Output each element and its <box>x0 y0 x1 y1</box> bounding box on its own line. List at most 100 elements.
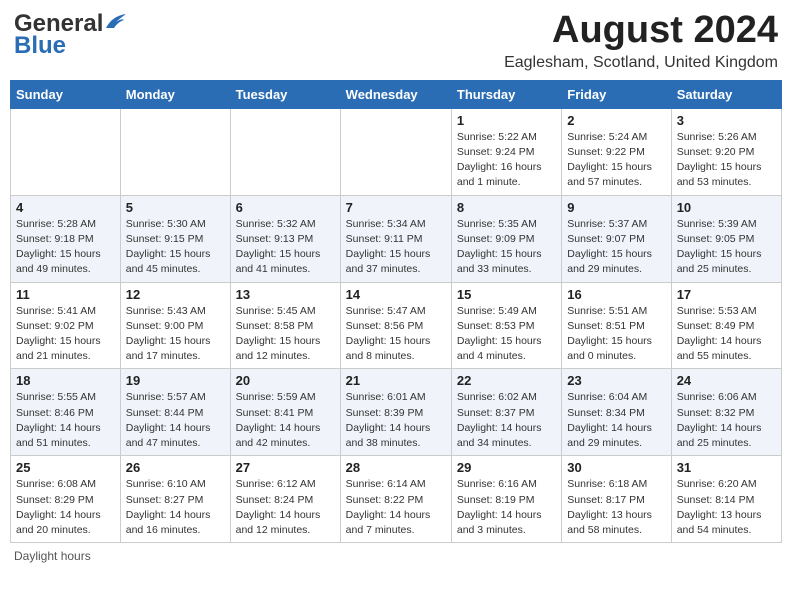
title-block: August 2024 Eaglesham, Scotland, United … <box>504 10 778 72</box>
day-info: Sunrise: 5:35 AM Sunset: 9:09 PM Dayligh… <box>457 217 556 278</box>
day-info: Sunrise: 6:02 AM Sunset: 8:37 PM Dayligh… <box>457 390 556 451</box>
calendar-week-row: 25Sunrise: 6:08 AM Sunset: 8:29 PM Dayli… <box>11 456 782 543</box>
day-info: Sunrise: 6:06 AM Sunset: 8:32 PM Dayligh… <box>677 390 776 451</box>
calendar-week-row: 4Sunrise: 5:28 AM Sunset: 9:18 PM Daylig… <box>11 195 782 282</box>
day-number: 6 <box>236 200 335 215</box>
day-info: Sunrise: 5:51 AM Sunset: 8:51 PM Dayligh… <box>567 304 665 365</box>
calendar-cell <box>120 108 230 195</box>
day-info: Sunrise: 5:43 AM Sunset: 9:00 PM Dayligh… <box>126 304 225 365</box>
calendar-cell: 20Sunrise: 5:59 AM Sunset: 8:41 PM Dayli… <box>230 369 340 456</box>
day-info: Sunrise: 6:14 AM Sunset: 8:22 PM Dayligh… <box>346 477 446 538</box>
day-number: 11 <box>16 287 115 302</box>
logo-blue: Blue <box>14 32 66 60</box>
day-number: 2 <box>567 113 665 128</box>
calendar-cell: 23 Sunrise: 6:04 AM Sunset: 8:34 PM Dayli… <box>562 369 671 456</box>
day-number: 26 <box>126 460 225 475</box>
day-number: 27 <box>236 460 335 475</box>
calendar-cell: 14 Sunrise: 5:47 AM Sunset: 8:56 PM Dayli… <box>340 282 451 369</box>
calendar-cell: 8 Sunrise: 5:35 AM Sunset: 9:09 PM Daylig… <box>451 195 561 282</box>
day-number: 19 <box>126 373 225 388</box>
calendar-cell: 12 Sunrise: 5:43 AM Sunset: 9:00 PM Dayli… <box>120 282 230 369</box>
calendar-cell: 16 Sunrise: 5:51 AM Sunset: 8:51 PM Dayli… <box>562 282 671 369</box>
weekday-header: Thursday <box>451 80 561 108</box>
day-info: Sunrise: 5:57 AM Sunset: 8:44 PM Dayligh… <box>126 390 225 451</box>
day-info: Sunrise: 5:32 AM Sunset: 9:13 PM Dayligh… <box>236 217 335 278</box>
calendar-cell: 31 Sunrise: 6:20 AM Sunset: 8:14 PM Dayli… <box>671 456 781 543</box>
calendar-cell: 22 Sunrise: 6:02 AM Sunset: 8:37 PM Dayli… <box>451 369 561 456</box>
calendar-cell: 13 Sunrise: 5:45 AM Sunset: 8:58 PM Dayli… <box>230 282 340 369</box>
day-number: 7 <box>346 200 446 215</box>
calendar-cell: 24Sunrise: 6:06 AM Sunset: 8:32 PM Dayli… <box>671 369 781 456</box>
day-info: Sunrise: 5:41 AM Sunset: 9:02 PM Dayligh… <box>16 304 115 365</box>
weekday-header: Friday <box>562 80 671 108</box>
calendar-cell <box>340 108 451 195</box>
calendar-cell: 15 Sunrise: 5:49 AM Sunset: 8:53 PM Dayli… <box>451 282 561 369</box>
calendar-week-row: 18 Sunrise: 5:55 AM Sunset: 8:46 PM Dayli… <box>11 369 782 456</box>
calendar-cell: 29 Sunrise: 6:16 AM Sunset: 8:19 PM Dayli… <box>451 456 561 543</box>
day-info: Sunrise: 6:04 AM Sunset: 8:34 PM Dayligh… <box>567 390 665 451</box>
day-number: 30 <box>567 460 665 475</box>
calendar-cell: 30Sunrise: 6:18 AM Sunset: 8:17 PM Dayli… <box>562 456 671 543</box>
day-number: 21 <box>346 373 446 388</box>
day-info: Sunrise: 5:34 AM Sunset: 9:11 PM Dayligh… <box>346 217 446 278</box>
location: Eaglesham, Scotland, United Kingdom <box>504 54 778 72</box>
calendar-table: SundayMondayTuesdayWednesdayThursdayFrid… <box>10 80 782 543</box>
day-info: Sunrise: 6:10 AM Sunset: 8:27 PM Dayligh… <box>126 477 225 538</box>
calendar-cell: 2 Sunrise: 5:24 AM Sunset: 9:22 PM Daylig… <box>562 108 671 195</box>
calendar-week-row: 1 Sunrise: 5:22 AM Sunset: 9:24 PM Daylig… <box>11 108 782 195</box>
calendar-cell: 11 Sunrise: 5:41 AM Sunset: 9:02 PM Dayli… <box>11 282 121 369</box>
day-number: 3 <box>677 113 776 128</box>
calendar-header-row: SundayMondayTuesdayWednesdayThursdayFrid… <box>11 80 782 108</box>
day-number: 29 <box>457 460 556 475</box>
day-number: 22 <box>457 373 556 388</box>
day-number: 13 <box>236 287 335 302</box>
day-info: Sunrise: 6:20 AM Sunset: 8:14 PM Dayligh… <box>677 477 776 538</box>
calendar-cell: 9Sunrise: 5:37 AM Sunset: 9:07 PM Daylig… <box>562 195 671 282</box>
calendar-cell: 6 Sunrise: 5:32 AM Sunset: 9:13 PM Daylig… <box>230 195 340 282</box>
day-number: 18 <box>16 373 115 388</box>
calendar-cell: 3Sunrise: 5:26 AM Sunset: 9:20 PM Daylig… <box>671 108 781 195</box>
day-info: Sunrise: 5:59 AM Sunset: 8:41 PM Dayligh… <box>236 390 335 451</box>
calendar-cell: 17 Sunrise: 5:53 AM Sunset: 8:49 PM Dayli… <box>671 282 781 369</box>
day-number: 8 <box>457 200 556 215</box>
calendar-cell: 19 Sunrise: 5:57 AM Sunset: 8:44 PM Dayli… <box>120 369 230 456</box>
day-number: 14 <box>346 287 446 302</box>
day-info: Sunrise: 5:30 AM Sunset: 9:15 PM Dayligh… <box>126 217 225 278</box>
calendar-cell: 18 Sunrise: 5:55 AM Sunset: 8:46 PM Dayli… <box>11 369 121 456</box>
logo: General Blue <box>14 10 126 60</box>
day-info: Sunrise: 5:24 AM Sunset: 9:22 PM Dayligh… <box>567 130 665 191</box>
day-number: 9 <box>567 200 665 215</box>
weekday-header: Sunday <box>11 80 121 108</box>
calendar-week-row: 11 Sunrise: 5:41 AM Sunset: 9:02 PM Dayli… <box>11 282 782 369</box>
day-number: 12 <box>126 287 225 302</box>
calendar-cell <box>11 108 121 195</box>
footer: Daylight hours <box>10 549 782 563</box>
day-info: Sunrise: 5:47 AM Sunset: 8:56 PM Dayligh… <box>346 304 446 365</box>
day-number: 16 <box>567 287 665 302</box>
calendar-cell: 27Sunrise: 6:12 AM Sunset: 8:24 PM Dayli… <box>230 456 340 543</box>
day-info: Sunrise: 5:22 AM Sunset: 9:24 PM Dayligh… <box>457 130 556 191</box>
day-info: Sunrise: 5:49 AM Sunset: 8:53 PM Dayligh… <box>457 304 556 365</box>
day-number: 5 <box>126 200 225 215</box>
day-info: Sunrise: 6:16 AM Sunset: 8:19 PM Dayligh… <box>457 477 556 538</box>
calendar-cell: 10Sunrise: 5:39 AM Sunset: 9:05 PM Dayli… <box>671 195 781 282</box>
daylight-label: Daylight hours <box>14 549 91 563</box>
day-info: Sunrise: 5:53 AM Sunset: 8:49 PM Dayligh… <box>677 304 776 365</box>
day-number: 15 <box>457 287 556 302</box>
day-info: Sunrise: 5:55 AM Sunset: 8:46 PM Dayligh… <box>16 390 115 451</box>
page-header: General Blue August 2024 Eaglesham, Scot… <box>10 10 782 72</box>
calendar-cell: 7 Sunrise: 5:34 AM Sunset: 9:11 PM Daylig… <box>340 195 451 282</box>
day-info: Sunrise: 6:01 AM Sunset: 8:39 PM Dayligh… <box>346 390 446 451</box>
calendar-cell: 1 Sunrise: 5:22 AM Sunset: 9:24 PM Daylig… <box>451 108 561 195</box>
day-number: 31 <box>677 460 776 475</box>
day-number: 17 <box>677 287 776 302</box>
calendar-cell <box>230 108 340 195</box>
calendar-cell: 28Sunrise: 6:14 AM Sunset: 8:22 PM Dayli… <box>340 456 451 543</box>
day-info: Sunrise: 5:45 AM Sunset: 8:58 PM Dayligh… <box>236 304 335 365</box>
day-number: 23 <box>567 373 665 388</box>
day-number: 1 <box>457 113 556 128</box>
calendar-cell: 25Sunrise: 6:08 AM Sunset: 8:29 PM Dayli… <box>11 456 121 543</box>
day-number: 4 <box>16 200 115 215</box>
calendar-cell: 5 Sunrise: 5:30 AM Sunset: 9:15 PM Daylig… <box>120 195 230 282</box>
weekday-header: Saturday <box>671 80 781 108</box>
